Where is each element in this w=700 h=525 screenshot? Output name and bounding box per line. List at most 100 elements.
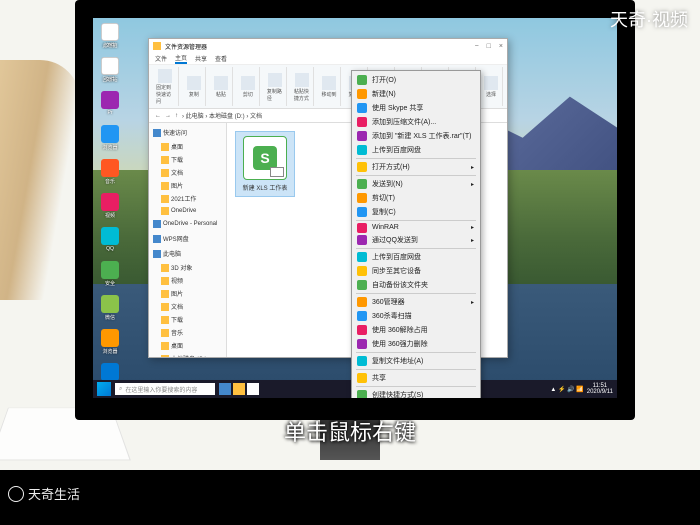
context-menu-item[interactable]: 添加到 "新建 XLS 工作表.rar"(T) <box>354 129 478 143</box>
context-menu-item[interactable]: 添加到压缩文件(A)... <box>354 115 478 129</box>
menu-separator <box>356 175 476 176</box>
sidebar-section-header[interactable]: 快速访问 <box>151 125 224 140</box>
desktop-icon[interactable]: 安全 <box>98 261 122 291</box>
desktop-icon[interactable]: QQ <box>98 227 122 257</box>
taskbar-app-icon[interactable] <box>233 383 245 395</box>
window-controls: − □ × <box>475 43 503 50</box>
context-menu-item[interactable]: 剪切(T) <box>354 191 478 205</box>
address-path[interactable]: › 此电脑 › 本地磁盘 (D:) › 文档 <box>182 111 262 120</box>
context-menu-item[interactable]: 复制文件地址(A) <box>354 354 478 368</box>
ribbon-group[interactable]: 固定到快速访问 <box>153 67 179 106</box>
right-click-context-menu[interactable]: 打开(O)新建(N)使用 Skype 共享添加到压缩文件(A)...添加到 "新… <box>351 70 481 398</box>
desktop-icon[interactable]: 文件 <box>98 23 122 53</box>
context-menu-item[interactable]: 自动备份该文件夹 <box>354 278 478 292</box>
video-subtitle: 单击鼠标右键 <box>284 415 416 447</box>
ribbon-group[interactable]: 剪切 <box>237 67 260 106</box>
ribbon-tab[interactable]: 共享 <box>195 54 207 63</box>
menu-separator <box>356 369 476 370</box>
forward-button[interactable]: → <box>165 113 171 119</box>
taskbar-search[interactable]: ⌕ 在这里输入你要搜索的内容 <box>115 383 215 395</box>
desktop-icon[interactable]: Pr <box>98 91 122 121</box>
ribbon-group[interactable]: 移动到 <box>318 67 341 106</box>
system-tray[interactable]: ▲ ⚡ 🔊 📶 11:51 2020/9/11 <box>550 383 613 395</box>
context-menu-item[interactable]: 360管理器 <box>354 295 478 309</box>
sidebar-item[interactable]: 下载 <box>151 153 224 166</box>
sidebar-item[interactable]: OneDrive <box>151 205 224 217</box>
sidebar-item[interactable]: 文档 <box>151 300 224 313</box>
desktop-icons-right: 文件文件 <box>98 23 128 91</box>
sidebar-item[interactable]: 视频 <box>151 274 224 287</box>
desktop-screen: 此电脑回收站Pr浏览器音乐视频QQ安全微信浏览器Edge文件 文件文件 文件资源… <box>93 18 617 398</box>
ribbon-tab[interactable]: 文件 <box>155 54 167 63</box>
xls-file-icon: S <box>243 136 287 180</box>
ribbon-tab[interactable]: 查看 <box>215 54 227 63</box>
ribbon-group[interactable]: 复制路径 <box>264 67 287 106</box>
maximize-button[interactable]: □ <box>487 43 491 50</box>
desktop-icon[interactable]: 音乐 <box>98 159 122 189</box>
monitor-frame: 此电脑回收站Pr浏览器音乐视频QQ安全微信浏览器Edge文件 文件文件 文件资源… <box>75 0 635 420</box>
titlebar[interactable]: 文件资源管理器 − □ × <box>149 39 507 53</box>
ribbon-tabs: 文件主页共享查看 <box>149 53 507 65</box>
context-menu-item[interactable]: 360杀毒扫描 <box>354 309 478 323</box>
context-menu-item[interactable]: 复制(C) <box>354 205 478 219</box>
context-menu-item[interactable]: 使用 360强力删除 <box>354 337 478 351</box>
context-menu-item[interactable]: 发送到(N) <box>354 177 478 191</box>
sidebar-item[interactable]: 桌面 <box>151 339 224 352</box>
taskbar-app-icon[interactable] <box>219 383 231 395</box>
desktop-icon[interactable]: 视频 <box>98 193 122 223</box>
search-icon: ⌕ <box>119 386 122 393</box>
desktop-icon[interactable]: 浏览器 <box>98 125 122 155</box>
back-button[interactable]: ← <box>155 113 161 119</box>
context-menu-item[interactable]: 上传到百度网盘 <box>354 143 478 157</box>
navigation-sidebar[interactable]: 快速访问桌面下载文档图片2021工作OneDriveOneDrive - Per… <box>149 123 227 357</box>
taskbar-app-icon[interactable] <box>247 383 259 395</box>
sidebar-section-header[interactable]: WPS网盘 <box>151 231 224 246</box>
sidebar-item[interactable]: 音乐 <box>151 326 224 339</box>
context-menu-item[interactable]: 使用 Skype 共享 <box>354 101 478 115</box>
folder-icon <box>153 42 161 50</box>
menu-separator <box>356 158 476 159</box>
search-placeholder: 在这里输入你要搜索的内容 <box>125 385 197 394</box>
desktop-icon[interactable]: 微信 <box>98 295 122 325</box>
sidebar-item[interactable]: 桌面 <box>151 140 224 153</box>
sidebar-item[interactable]: 图片 <box>151 179 224 192</box>
desktop-icon[interactable]: 浏览器 <box>98 329 122 359</box>
sidebar-item[interactable]: 图片 <box>151 287 224 300</box>
context-menu-item[interactable]: 通过QQ发送到 <box>354 233 478 247</box>
tray-icons[interactable]: ▲ ⚡ 🔊 📶 <box>550 386 583 393</box>
ribbon-tab[interactable]: 主页 <box>175 53 187 64</box>
watermark-top-right: 天奇·视频 <box>610 6 688 32</box>
context-menu-item[interactable]: 同步至其它设备 <box>354 264 478 278</box>
sidebar-item[interactable]: 本地磁盘 (C:) <box>151 352 224 357</box>
context-menu-item[interactable]: 打开(O) <box>354 73 478 87</box>
menu-separator <box>356 386 476 387</box>
ribbon-group[interactable]: 选择 <box>480 67 503 106</box>
sidebar-section-header[interactable]: 此电脑 <box>151 246 224 261</box>
context-menu-item[interactable]: 共享 <box>354 371 478 385</box>
file-item-selected[interactable]: S 新建 XLS 工作表 <box>235 131 295 197</box>
ribbon-group[interactable]: 复制 <box>183 67 206 106</box>
close-button[interactable]: × <box>499 43 503 50</box>
menu-separator <box>356 248 476 249</box>
minimize-button[interactable]: − <box>475 43 479 50</box>
sidebar-item[interactable]: 3D 对象 <box>151 261 224 274</box>
sidebar-section-header[interactable]: OneDrive - Personal <box>151 217 224 231</box>
context-menu-item[interactable]: 创建快捷方式(S) <box>354 388 478 398</box>
video-black-bar <box>0 470 700 525</box>
menu-separator <box>356 352 476 353</box>
desktop-icon[interactable]: 文件 <box>98 57 122 87</box>
context-menu-item[interactable]: 使用 360解除占用 <box>354 323 478 337</box>
window-title: 文件资源管理器 <box>165 42 207 51</box>
sidebar-item[interactable]: 文档 <box>151 166 224 179</box>
ribbon-group[interactable]: 粘贴快捷方式 <box>291 67 314 106</box>
ribbon-group[interactable]: 粘贴 <box>210 67 233 106</box>
menu-separator <box>356 220 476 221</box>
context-menu-item[interactable]: 上传到百度网盘 <box>354 250 478 264</box>
sidebar-item[interactable]: 下载 <box>151 313 224 326</box>
sidebar-item[interactable]: 2021工作 <box>151 192 224 205</box>
start-button[interactable] <box>97 382 111 396</box>
context-menu-item[interactable]: 新建(N) <box>354 87 478 101</box>
context-menu-item[interactable]: 打开方式(H) <box>354 160 478 174</box>
context-menu-item[interactable]: WinRAR <box>354 222 478 233</box>
up-button[interactable]: ↑ <box>175 113 178 119</box>
